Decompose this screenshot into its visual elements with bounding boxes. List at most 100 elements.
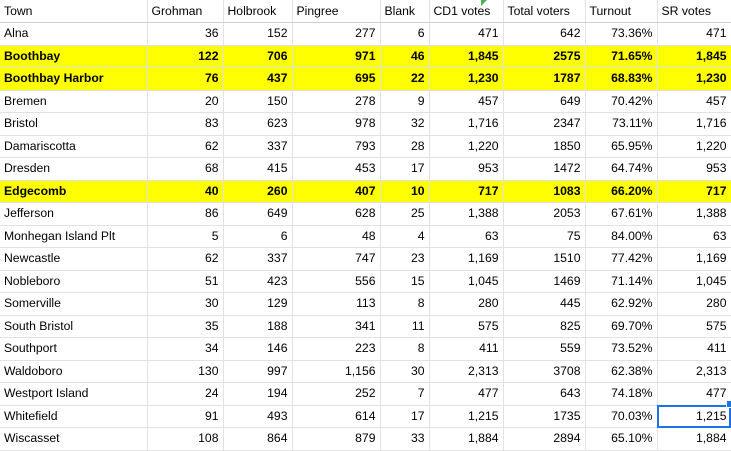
town-cell[interactable]: Boothbay Harbor xyxy=(0,67,148,91)
column-header-cell[interactable]: Town xyxy=(0,0,148,23)
value-cell[interactable]: 9 xyxy=(380,90,430,113)
value-cell[interactable]: 122 xyxy=(147,45,224,68)
town-cell[interactable]: Newcastle xyxy=(0,247,148,271)
value-cell[interactable]: 1469 xyxy=(503,270,586,293)
town-cell[interactable]: Somerville xyxy=(0,292,148,316)
value-cell[interactable]: 17 xyxy=(380,157,430,181)
value-cell[interactable]: 2053 xyxy=(503,202,586,226)
value-cell[interactable]: 2575 xyxy=(503,45,586,68)
value-cell[interactable]: 70.42% xyxy=(585,90,658,113)
value-cell[interactable]: 747 xyxy=(292,247,381,271)
value-cell[interactable]: 48 xyxy=(292,225,381,248)
value-cell[interactable]: 280 xyxy=(429,292,504,316)
value-cell[interactable]: 67.61% xyxy=(585,202,658,226)
value-cell[interactable]: 63 xyxy=(429,225,504,248)
value-cell[interactable]: 46 xyxy=(380,45,430,68)
value-cell[interactable]: 62 xyxy=(147,135,224,158)
value-cell[interactable]: 277 xyxy=(292,22,381,46)
value-cell[interactable]: 33 xyxy=(380,427,430,451)
value-cell[interactable]: 8 xyxy=(380,337,430,361)
value-cell[interactable]: 64.74% xyxy=(585,157,658,181)
value-cell[interactable]: 10 xyxy=(380,180,430,203)
value-cell[interactable]: 4 xyxy=(380,225,430,248)
value-cell[interactable]: 1,388 xyxy=(429,202,504,226)
value-cell[interactable]: 628 xyxy=(292,202,381,226)
column-header-cell[interactable]: Grohman xyxy=(147,0,224,23)
value-cell[interactable]: 32 xyxy=(380,112,430,136)
value-cell[interactable]: 77.42% xyxy=(585,247,658,271)
value-cell[interactable]: 1510 xyxy=(503,247,586,271)
value-cell[interactable]: 68.83% xyxy=(585,67,658,91)
town-cell[interactable]: Dresden xyxy=(0,157,148,181)
value-cell[interactable]: 40 xyxy=(147,180,224,203)
value-cell[interactable]: 65.10% xyxy=(585,427,658,451)
value-cell[interactable]: 22 xyxy=(380,67,430,91)
value-cell[interactable]: 1735 xyxy=(503,405,586,428)
value-cell[interactable]: 445 xyxy=(503,292,586,316)
value-cell[interactable]: 453 xyxy=(292,157,381,181)
value-cell[interactable]: 188 xyxy=(223,315,293,338)
value-cell[interactable]: 71.65% xyxy=(585,45,658,68)
value-cell[interactable]: 73.11% xyxy=(585,112,658,136)
value-cell[interactable]: 3708 xyxy=(503,360,586,383)
value-cell[interactable]: 1472 xyxy=(503,157,586,181)
value-cell[interactable]: 415 xyxy=(223,157,293,181)
value-cell[interactable]: 30 xyxy=(147,292,224,316)
column-header-cell[interactable]: Holbrook xyxy=(223,0,293,23)
column-header-cell[interactable]: Turnout xyxy=(585,0,658,23)
value-cell[interactable]: 623 xyxy=(223,112,293,136)
value-cell[interactable]: 649 xyxy=(503,90,586,113)
value-cell[interactable]: 150 xyxy=(223,90,293,113)
value-cell[interactable]: 66.20% xyxy=(585,180,658,203)
value-cell[interactable]: 51 xyxy=(147,270,224,293)
value-cell[interactable]: 1,215 xyxy=(429,405,504,428)
town-cell[interactable]: Southport xyxy=(0,337,148,361)
value-cell[interactable]: 1,884 xyxy=(429,427,504,451)
town-cell[interactable]: Damariscotta xyxy=(0,135,148,158)
value-cell[interactable]: 477 xyxy=(429,382,504,406)
town-cell[interactable]: Jefferson xyxy=(0,202,148,226)
value-cell[interactable]: 793 xyxy=(292,135,381,158)
value-cell[interactable]: 5 xyxy=(147,225,224,248)
value-cell[interactable]: 1,230 xyxy=(657,67,731,91)
town-cell[interactable]: Bristol xyxy=(0,112,148,136)
value-cell[interactable]: 73.36% xyxy=(585,22,658,46)
value-cell[interactable]: 75 xyxy=(503,225,586,248)
value-cell[interactable]: 15 xyxy=(380,270,430,293)
value-cell[interactable]: 23 xyxy=(380,247,430,271)
value-cell[interactable]: 706 xyxy=(223,45,293,68)
value-cell[interactable]: 471 xyxy=(429,22,504,46)
value-cell[interactable]: 30 xyxy=(380,360,430,383)
value-cell[interactable]: 997 xyxy=(223,360,293,383)
value-cell[interactable]: 70.03% xyxy=(585,405,658,428)
value-cell[interactable]: 28 xyxy=(380,135,430,158)
value-cell[interactable]: 8 xyxy=(380,292,430,316)
value-cell[interactable]: 879 xyxy=(292,427,381,451)
value-cell[interactable]: 108 xyxy=(147,427,224,451)
value-cell[interactable]: 1,169 xyxy=(657,247,731,271)
town-cell[interactable]: Whitefield xyxy=(0,405,148,428)
value-cell[interactable]: 864 xyxy=(223,427,293,451)
value-cell[interactable]: 20 xyxy=(147,90,224,113)
value-cell[interactable]: 62.92% xyxy=(585,292,658,316)
value-cell[interactable]: 86 xyxy=(147,202,224,226)
value-cell[interactable]: 68 xyxy=(147,157,224,181)
value-cell[interactable]: 493 xyxy=(223,405,293,428)
value-cell[interactable]: 1,169 xyxy=(429,247,504,271)
value-cell[interactable]: 25 xyxy=(380,202,430,226)
value-cell[interactable]: 953 xyxy=(429,157,504,181)
value-cell[interactable]: 559 xyxy=(503,337,586,361)
value-cell[interactable]: 260 xyxy=(223,180,293,203)
value-cell[interactable]: 411 xyxy=(429,337,504,361)
value-cell[interactable]: 84.00% xyxy=(585,225,658,248)
column-header-cell[interactable]: Total voters xyxy=(503,0,586,23)
value-cell[interactable]: 223 xyxy=(292,337,381,361)
value-cell[interactable]: 556 xyxy=(292,270,381,293)
value-cell[interactable]: 407 xyxy=(292,180,381,203)
value-cell[interactable]: 825 xyxy=(503,315,586,338)
value-cell[interactable]: 1,388 xyxy=(657,202,731,226)
value-cell[interactable]: 194 xyxy=(223,382,293,406)
fill-handle[interactable] xyxy=(726,400,731,408)
value-cell[interactable]: 74.18% xyxy=(585,382,658,406)
value-cell[interactable]: 129 xyxy=(223,292,293,316)
